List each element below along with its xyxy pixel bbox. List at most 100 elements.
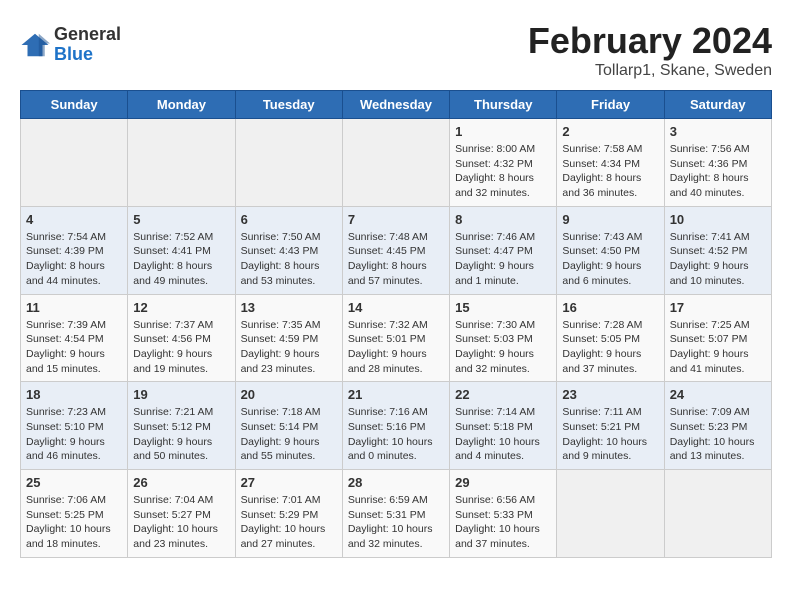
calendar-cell: 21 Sunrise: 7:16 AM Sunset: 5:16 PM Dayli… (342, 382, 449, 470)
day-number: 15 (455, 300, 551, 315)
calendar-cell: 18Sunrise: 7:23 AM Sunset: 5:10 PM Dayli… (21, 382, 128, 470)
day-number: 26 (133, 475, 229, 490)
logo: General Blue (20, 25, 121, 65)
calendar-cell: 28 Sunrise: 6:59 AM Sunset: 5:31 PM Dayli… (342, 470, 449, 558)
calendar-cell: 9 Sunrise: 7:43 AM Sunset: 4:50 PM Daylig… (557, 206, 664, 294)
calendar-cell: 20Sunrise: 7:18 AM Sunset: 5:14 PM Dayli… (235, 382, 342, 470)
calendar-cell: 15 Sunrise: 7:30 AM Sunset: 5:03 PM Dayli… (450, 294, 557, 382)
cell-content: Sunrise: 7:14 AM Sunset: 5:18 PM Dayligh… (455, 405, 551, 464)
calendar-cell: 23Sunrise: 7:11 AM Sunset: 5:21 PM Dayli… (557, 382, 664, 470)
day-number: 23 (562, 387, 658, 402)
cell-content: Sunrise: 7:04 AM Sunset: 5:27 PM Dayligh… (133, 493, 229, 552)
day-number: 20 (241, 387, 337, 402)
calendar-cell: 11Sunrise: 7:39 AM Sunset: 4:54 PM Dayli… (21, 294, 128, 382)
calendar-body: 1 Sunrise: 8:00 AM Sunset: 4:32 PM Daylig… (21, 119, 772, 558)
calendar-cell: 26 Sunrise: 7:04 AM Sunset: 5:27 PM Dayli… (128, 470, 235, 558)
calendar-cell (342, 119, 449, 207)
calendar-cell: 1 Sunrise: 8:00 AM Sunset: 4:32 PM Daylig… (450, 119, 557, 207)
cell-content: Sunrise: 7:09 AM Sunset: 5:23 PM Dayligh… (670, 405, 766, 464)
cell-content: Sunrise: 7:28 AM Sunset: 5:05 PM Dayligh… (562, 318, 658, 377)
day-number: 13 (241, 300, 337, 315)
day-number: 9 (562, 212, 658, 227)
header-cell-monday: Monday (128, 91, 235, 119)
header-cell-thursday: Thursday (450, 91, 557, 119)
cell-content: Sunrise: 7:48 AM Sunset: 4:45 PM Dayligh… (348, 230, 444, 289)
day-number: 3 (670, 124, 766, 139)
calendar-cell (235, 119, 342, 207)
header-cell-sunday: Sunday (21, 91, 128, 119)
cell-content: Sunrise: 7:06 AM Sunset: 5:25 PM Dayligh… (26, 493, 122, 552)
title-section: February 2024 Tollarp1, Skane, Sweden (528, 20, 772, 80)
calendar-cell (21, 119, 128, 207)
day-number: 8 (455, 212, 551, 227)
logo-blue: Blue (54, 45, 121, 65)
day-number: 24 (670, 387, 766, 402)
calendar-cell (128, 119, 235, 207)
day-number: 28 (348, 475, 444, 490)
cell-content: Sunrise: 7:25 AM Sunset: 5:07 PM Dayligh… (670, 318, 766, 377)
logo-text: General Blue (54, 25, 121, 65)
cell-content: Sunrise: 7:43 AM Sunset: 4:50 PM Dayligh… (562, 230, 658, 289)
header-cell-wednesday: Wednesday (342, 91, 449, 119)
logo-icon (20, 30, 50, 60)
cell-content: Sunrise: 7:16 AM Sunset: 5:16 PM Dayligh… (348, 405, 444, 464)
cell-content: Sunrise: 7:30 AM Sunset: 5:03 PM Dayligh… (455, 318, 551, 377)
subtitle: Tollarp1, Skane, Sweden (528, 62, 772, 80)
cell-content: Sunrise: 7:39 AM Sunset: 4:54 PM Dayligh… (26, 318, 122, 377)
cell-content: Sunrise: 7:54 AM Sunset: 4:39 PM Dayligh… (26, 230, 122, 289)
calendar-row-3: 18Sunrise: 7:23 AM Sunset: 5:10 PM Dayli… (21, 382, 772, 470)
day-number: 16 (562, 300, 658, 315)
page-header: General Blue February 2024 Tollarp1, Ska… (20, 20, 772, 80)
day-number: 21 (348, 387, 444, 402)
day-number: 12 (133, 300, 229, 315)
day-number: 7 (348, 212, 444, 227)
cell-content: Sunrise: 7:46 AM Sunset: 4:47 PM Dayligh… (455, 230, 551, 289)
day-number: 1 (455, 124, 551, 139)
cell-content: Sunrise: 7:41 AM Sunset: 4:52 PM Dayligh… (670, 230, 766, 289)
cell-content: Sunrise: 7:35 AM Sunset: 4:59 PM Dayligh… (241, 318, 337, 377)
cell-content: Sunrise: 7:56 AM Sunset: 4:36 PM Dayligh… (670, 142, 766, 201)
day-number: 5 (133, 212, 229, 227)
header-cell-tuesday: Tuesday (235, 91, 342, 119)
calendar-cell: 6Sunrise: 7:50 AM Sunset: 4:43 PM Daylig… (235, 206, 342, 294)
header-cell-friday: Friday (557, 91, 664, 119)
calendar-cell: 7 Sunrise: 7:48 AM Sunset: 4:45 PM Daylig… (342, 206, 449, 294)
day-number: 14 (348, 300, 444, 315)
day-number: 29 (455, 475, 551, 490)
calendar-cell: 27 Sunrise: 7:01 AM Sunset: 5:29 PM Dayli… (235, 470, 342, 558)
header-row: SundayMondayTuesdayWednesdayThursdayFrid… (21, 91, 772, 119)
calendar-cell: 10 Sunrise: 7:41 AM Sunset: 4:52 PM Dayli… (664, 206, 771, 294)
main-title: February 2024 (528, 20, 772, 62)
calendar-cell: 17Sunrise: 7:25 AM Sunset: 5:07 PM Dayli… (664, 294, 771, 382)
calendar-table: SundayMondayTuesdayWednesdayThursdayFrid… (20, 90, 772, 558)
day-number: 22 (455, 387, 551, 402)
calendar-cell: 5Sunrise: 7:52 AM Sunset: 4:41 PM Daylig… (128, 206, 235, 294)
calendar-cell: 13 Sunrise: 7:35 AM Sunset: 4:59 PM Dayli… (235, 294, 342, 382)
cell-content: Sunrise: 7:58 AM Sunset: 4:34 PM Dayligh… (562, 142, 658, 201)
calendar-header: SundayMondayTuesdayWednesdayThursdayFrid… (21, 91, 772, 119)
calendar-row-2: 11Sunrise: 7:39 AM Sunset: 4:54 PM Dayli… (21, 294, 772, 382)
day-number: 2 (562, 124, 658, 139)
day-number: 19 (133, 387, 229, 402)
cell-content: Sunrise: 6:56 AM Sunset: 5:33 PM Dayligh… (455, 493, 551, 552)
calendar-cell: 19Sunrise: 7:21 AM Sunset: 5:12 PM Dayli… (128, 382, 235, 470)
calendar-cell: 29 Sunrise: 6:56 AM Sunset: 5:33 PM Dayli… (450, 470, 557, 558)
calendar-cell: 14 Sunrise: 7:32 AM Sunset: 5:01 PM Dayli… (342, 294, 449, 382)
day-number: 27 (241, 475, 337, 490)
calendar-row-0: 1 Sunrise: 8:00 AM Sunset: 4:32 PM Daylig… (21, 119, 772, 207)
calendar-cell: 25Sunrise: 7:06 AM Sunset: 5:25 PM Dayli… (21, 470, 128, 558)
cell-content: Sunrise: 7:01 AM Sunset: 5:29 PM Dayligh… (241, 493, 337, 552)
day-number: 4 (26, 212, 122, 227)
calendar-cell: 4 Sunrise: 7:54 AM Sunset: 4:39 PM Daylig… (21, 206, 128, 294)
logo-general: General (54, 25, 121, 45)
cell-content: Sunrise: 6:59 AM Sunset: 5:31 PM Dayligh… (348, 493, 444, 552)
calendar-row-4: 25Sunrise: 7:06 AM Sunset: 5:25 PM Dayli… (21, 470, 772, 558)
day-number: 10 (670, 212, 766, 227)
calendar-cell: 3 Sunrise: 7:56 AM Sunset: 4:36 PM Daylig… (664, 119, 771, 207)
calendar-cell: 22 Sunrise: 7:14 AM Sunset: 5:18 PM Dayli… (450, 382, 557, 470)
cell-content: Sunrise: 7:32 AM Sunset: 5:01 PM Dayligh… (348, 318, 444, 377)
cell-content: Sunrise: 7:50 AM Sunset: 4:43 PM Dayligh… (241, 230, 337, 289)
calendar-cell: 8 Sunrise: 7:46 AM Sunset: 4:47 PM Daylig… (450, 206, 557, 294)
cell-content: Sunrise: 8:00 AM Sunset: 4:32 PM Dayligh… (455, 142, 551, 201)
cell-content: Sunrise: 7:23 AM Sunset: 5:10 PM Dayligh… (26, 405, 122, 464)
